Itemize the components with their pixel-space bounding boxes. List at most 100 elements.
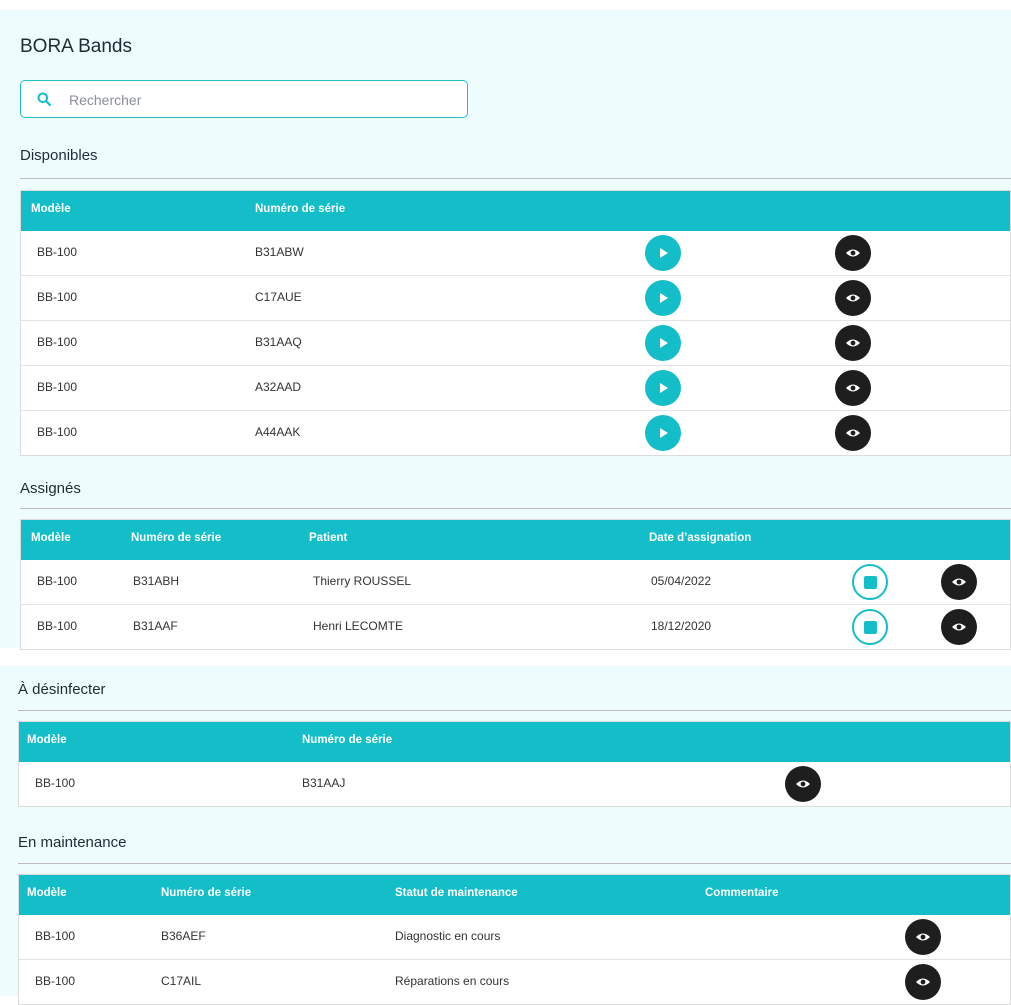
column-header-statut: Statut de maintenance xyxy=(395,887,518,899)
stop-icon xyxy=(863,620,877,634)
column-header-date: Date d’assignation xyxy=(649,532,752,544)
view-button[interactable] xyxy=(905,964,941,1000)
main-panel: BORA Bands Disponibles Modèle Numéro de … xyxy=(0,10,1011,650)
table-assignes: Modèle Numéro de série Patient Date d’as… xyxy=(20,519,1011,650)
cell-patient: Thierry ROUSSEL xyxy=(313,574,412,588)
cell-serie: B31ABH xyxy=(133,574,180,588)
cell-serie: B31AAQ xyxy=(255,335,302,349)
view-button[interactable] xyxy=(835,280,871,316)
cell-serie: B31ABW xyxy=(255,245,304,259)
section-divider xyxy=(18,710,1011,711)
unassign-stop-button[interactable] xyxy=(852,564,888,600)
assign-play-button[interactable] xyxy=(645,415,681,451)
cell-modele: BB-100 xyxy=(37,245,78,259)
table-row: BB-100 B31AAF Henri LECOMTE 18/12/2020 xyxy=(21,604,1010,649)
cell-modele: BB-100 xyxy=(35,776,76,790)
section-title-maintenance: En maintenance xyxy=(18,834,127,851)
section-title-assignes: Assignés xyxy=(20,480,81,497)
view-button[interactable] xyxy=(905,919,941,955)
cell-statut: Réparations en cours xyxy=(395,974,510,988)
view-button[interactable] xyxy=(835,370,871,406)
cell-serie: A44AAK xyxy=(255,425,301,439)
play-icon xyxy=(660,383,668,393)
table-header: Modèle Numéro de série xyxy=(19,722,1010,762)
view-button[interactable] xyxy=(835,325,871,361)
table-row: BB-100 B31AAJ xyxy=(19,762,1010,806)
view-button[interactable] xyxy=(835,235,871,271)
column-header-modele: Modèle xyxy=(31,532,71,544)
eye-icon xyxy=(796,780,810,788)
table-header: Modèle Numéro de série Statut de mainten… xyxy=(19,875,1010,915)
section-divider xyxy=(20,178,1011,179)
table-disponibles: Modèle Numéro de série BB-100 B31ABW BB-… xyxy=(20,190,1011,456)
section-title-disponibles: Disponibles xyxy=(20,147,98,164)
section-divider xyxy=(20,508,1011,509)
cell-modele: BB-100 xyxy=(37,380,78,394)
column-header-patient: Patient xyxy=(309,532,348,544)
cell-modele: BB-100 xyxy=(35,974,76,988)
cell-patient: Henri LECOMTE xyxy=(313,619,404,633)
cell-serie: C17AUE xyxy=(255,290,302,304)
assign-play-button[interactable] xyxy=(645,280,681,316)
cell-statut: Diagnostic en cours xyxy=(395,929,501,943)
search-box[interactable] xyxy=(20,80,468,118)
table-row: BB-100 C17AUE xyxy=(21,275,1010,320)
play-icon xyxy=(660,293,668,303)
page-title: BORA Bands xyxy=(20,36,132,57)
cell-date: 05/04/2022 xyxy=(651,574,712,588)
eye-icon xyxy=(916,933,930,941)
table-row: BB-100 B31ABH Thierry ROUSSEL 05/04/2022 xyxy=(21,560,1010,604)
eye-icon xyxy=(846,429,860,437)
eye-icon xyxy=(846,294,860,302)
secondary-panel: À désinfecter Modèle Numéro de série BB-… xyxy=(0,666,1011,1005)
cell-serie: C17AIL xyxy=(161,974,202,988)
table-row: BB-100 B31AAQ xyxy=(21,320,1010,365)
column-header-modele: Modèle xyxy=(27,887,67,899)
cell-modele: BB-100 xyxy=(37,290,78,304)
eye-icon xyxy=(846,384,860,392)
cell-modele: BB-100 xyxy=(37,425,78,439)
table-row: BB-100 B36AEF Diagnostic en cours xyxy=(19,915,1010,959)
column-header-serie: Numéro de série xyxy=(161,887,252,899)
view-button[interactable] xyxy=(785,766,821,802)
search-input[interactable] xyxy=(67,87,461,113)
view-button[interactable] xyxy=(835,415,871,451)
table-row: BB-100 A32AAD xyxy=(21,365,1010,410)
eye-icon xyxy=(846,339,860,347)
cell-modele: BB-100 xyxy=(37,335,78,349)
assign-play-button[interactable] xyxy=(645,235,681,271)
unassign-stop-button[interactable] xyxy=(852,609,888,645)
cell-date: 18/12/2020 xyxy=(651,619,712,633)
cell-serie: B31AAJ xyxy=(302,776,346,790)
eye-icon xyxy=(846,249,860,257)
stop-icon xyxy=(863,575,877,589)
play-icon xyxy=(660,248,668,258)
eye-icon xyxy=(916,978,930,986)
eye-icon xyxy=(952,578,966,586)
column-header-modele: Modèle xyxy=(31,203,71,215)
cell-serie: B36AEF xyxy=(161,929,206,943)
table-header: Modèle Numéro de série Patient Date d’as… xyxy=(21,520,1010,560)
table-header: Modèle Numéro de série xyxy=(21,191,1010,231)
view-button[interactable] xyxy=(941,609,977,645)
cell-modele: BB-100 xyxy=(37,619,78,633)
table-a-desinfecter: Modèle Numéro de série BB-100 B31AAJ xyxy=(18,721,1011,807)
column-header-modele: Modèle xyxy=(27,734,67,746)
cell-modele: BB-100 xyxy=(35,929,76,943)
assign-play-button[interactable] xyxy=(645,370,681,406)
eye-icon xyxy=(952,623,966,631)
assign-play-button[interactable] xyxy=(645,325,681,361)
section-divider xyxy=(18,863,1011,864)
section-title-a-desinfecter: À désinfecter xyxy=(18,681,106,698)
play-icon xyxy=(660,428,668,438)
search-icon xyxy=(37,92,51,106)
cell-serie: B31AAF xyxy=(133,619,178,633)
table-row: BB-100 C17AIL Réparations en cours xyxy=(19,959,1010,1004)
play-icon xyxy=(660,338,668,348)
column-header-serie: Numéro de série xyxy=(131,532,222,544)
table-maintenance: Modèle Numéro de série Statut de mainten… xyxy=(18,874,1011,1005)
column-header-commentaire: Commentaire xyxy=(705,887,779,899)
cell-modele: BB-100 xyxy=(37,574,78,588)
view-button[interactable] xyxy=(941,564,977,600)
column-header-serie: Numéro de série xyxy=(255,203,346,215)
